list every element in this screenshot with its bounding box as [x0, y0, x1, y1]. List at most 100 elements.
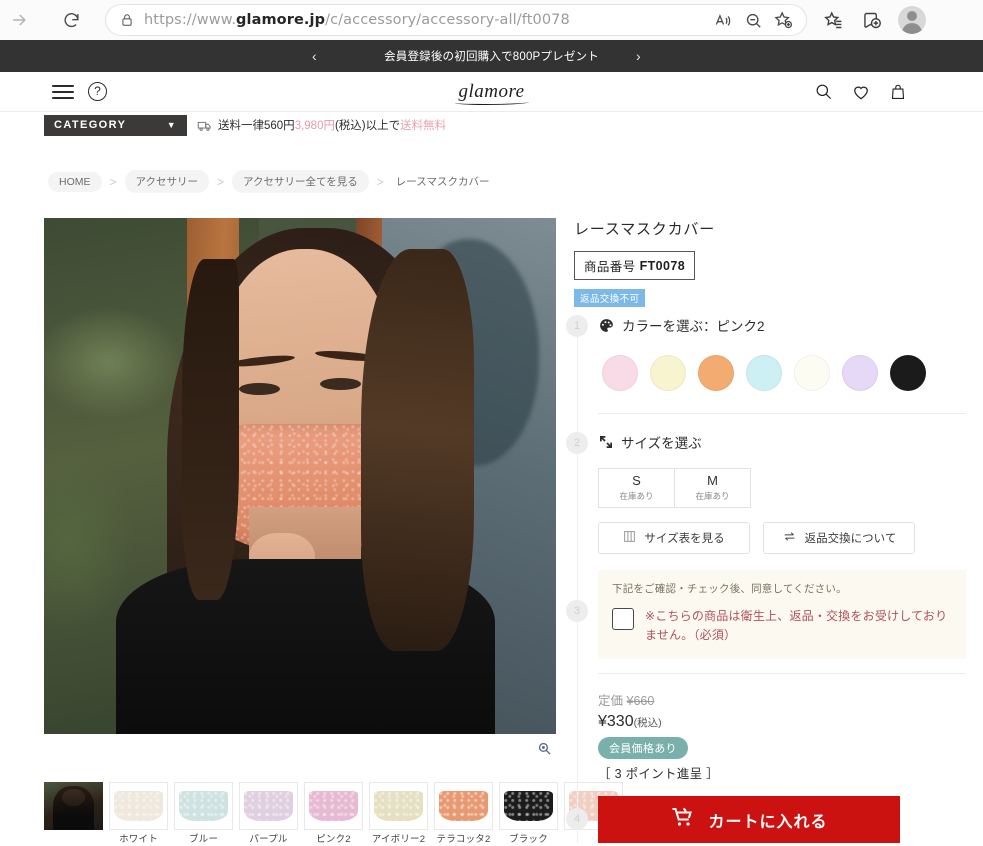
breadcrumb-item-current: レースマスクカバー [395, 176, 490, 188]
step-cart: 4 カートに入れる [566, 796, 966, 843]
help-question-icon[interactable]: ? [88, 82, 107, 101]
forward-arrow-icon[interactable] [2, 3, 36, 37]
sku-value: FT0078 [639, 258, 686, 273]
promo-prev-arrow[interactable]: ‹ [312, 48, 317, 64]
thumbnail-label: ブルー [188, 834, 219, 845]
chevron-down-icon: ▼ [166, 120, 177, 130]
add-favorite-icon[interactable] [768, 3, 798, 37]
favorites-icon[interactable] [814, 3, 852, 37]
step-agreement: 3 下記をご確認・チェック後、同意してください。 ※こちらの商品は衛生上、返品・… [566, 570, 966, 659]
thumbnail-image [434, 782, 493, 830]
thumbnail-black[interactable]: ブラック [499, 782, 558, 845]
thumbnail-image [304, 782, 363, 830]
size-option-m[interactable]: M 在庫あり [674, 468, 751, 508]
size-chart-button[interactable]: サイズ表を見る [598, 522, 750, 554]
collections-icon[interactable] [852, 3, 890, 37]
agreement-row: ※こちらの商品は衛生上、返品・交換をお受けしておりません。（必須） [612, 607, 952, 645]
color-swatch-ivory[interactable] [794, 355, 830, 391]
step-number: 1 [566, 315, 588, 337]
resize-arrows-icon [598, 434, 614, 450]
step-number: 3 [566, 600, 588, 622]
table-grid-icon [623, 530, 636, 546]
thumbnail-terracotta2[interactable]: テラコッタ2 [434, 782, 493, 845]
thumbnail-white[interactable]: ホワイト [109, 782, 168, 845]
thumbnail-image [369, 782, 428, 830]
list-price: 定価 ¥660 [598, 690, 966, 709]
shopping-bag-icon[interactable] [889, 82, 907, 102]
shopping-cart-icon [670, 805, 695, 834]
list-price-label: 定価 [598, 694, 624, 708]
size-option-group: S 在庫あり M 在庫あり [598, 468, 966, 508]
color-swatch-pink[interactable] [602, 355, 638, 391]
search-icon[interactable] [814, 82, 833, 101]
tax-note: (税込) [633, 717, 662, 729]
purchase-steps: 1 カラーを選ぶ：ピンク2 2 サイズを選ぶ S 在庫あり M 在庫あり サイズ… [566, 315, 966, 843]
breadcrumb: HOME > アクセサリー > アクセサリー全てを見る > レースマスクカバー [48, 170, 500, 193]
reload-icon[interactable] [54, 3, 88, 37]
thumbnail-ivory2[interactable]: アイボリー2 [369, 782, 428, 845]
step-color-heading: カラーを選ぶ：ピンク2 [598, 315, 966, 335]
shipping-truck-icon [197, 118, 212, 133]
current-price: ¥330(税込) [598, 713, 966, 731]
thumbnail-image [499, 782, 558, 830]
thumbnail-label: ピンク2 [316, 834, 351, 845]
color-swatch-pale-yellow[interactable] [650, 355, 686, 391]
promo-text[interactable]: 会員登録後の初回購入で800Pプレゼント [384, 48, 599, 64]
profile-avatar-icon[interactable] [898, 6, 926, 34]
breadcrumb-item-home[interactable]: HOME [48, 171, 102, 192]
promo-next-arrow[interactable]: › [636, 48, 641, 64]
list-price-value: ¥660 [626, 694, 655, 708]
promo-banner: ‹ 会員登録後の初回購入で800Pプレゼント › [0, 40, 983, 72]
thumbnail-image [44, 782, 103, 830]
color-swatch-black[interactable] [890, 355, 926, 391]
size-option-stock: 在庫あり [619, 491, 654, 501]
thumbnail-blue[interactable]: ブルー [174, 782, 233, 845]
member-price-badge: 会員価格あり [598, 737, 688, 759]
step-number: 4 [566, 808, 588, 830]
agreement-box: 下記をご確認・チェック後、同意してください。 ※こちらの商品は衛生上、返品・交換… [598, 570, 966, 659]
step-color-label: カラーを選ぶ：ピンク2 [622, 319, 765, 334]
points-note: ［ 3 ポイント進呈 ］ [598, 767, 719, 781]
returns-info-button[interactable]: 返品交換について [763, 522, 915, 554]
color-swatch-terracotta[interactable] [698, 355, 734, 391]
thumbnail-purple[interactable]: パープル [239, 782, 298, 845]
breadcrumb-item-accessory[interactable]: アクセサリー [124, 170, 209, 193]
add-to-cart-label: カートに入れる [708, 813, 828, 831]
breadcrumb-item-accessory-all[interactable]: アクセサリー全てを見る [232, 170, 369, 193]
omnibox-actions [708, 3, 798, 37]
url-text: https://www.glamore.jp/c/accessory/acces… [144, 12, 570, 28]
size-option-s[interactable]: S 在庫あり [598, 468, 675, 508]
browser-toolbar: https://www.glamore.jp/c/accessory/acces… [0, 0, 983, 40]
thumbnail-label: テラコッタ2 [436, 834, 491, 845]
section-divider [598, 673, 966, 674]
step-color: 1 カラーを選ぶ：ピンク2 [566, 315, 966, 391]
color-palette-icon [598, 317, 615, 334]
image-model-hair-front-left [182, 259, 239, 600]
brand-logo-flourish [454, 100, 529, 105]
image-model-hair-front-right [361, 248, 475, 652]
heart-icon[interactable] [851, 82, 871, 102]
thumbnail-pink2[interactable]: ピンク2 [304, 782, 363, 845]
product-main-image[interactable] [44, 218, 556, 734]
thumbnail-label: ホワイト [119, 834, 158, 845]
page-title: レースマスクカバー [574, 221, 716, 238]
category-button[interactable]: CATEGORY ▼ [44, 114, 187, 136]
zoom-out-icon[interactable] [738, 3, 768, 37]
thumbnail-model[interactable] [44, 782, 103, 845]
agreement-checkbox[interactable] [612, 608, 634, 630]
magnify-zoom-icon[interactable] [536, 740, 553, 762]
address-bar[interactable]: https://www.glamore.jp/c/accessory/acces… [106, 5, 806, 35]
sku-label: 商品番号 [584, 260, 636, 274]
color-swatch-light-blue[interactable] [746, 355, 782, 391]
step-size-heading: サイズを選ぶ [598, 432, 966, 452]
thumbnail-image [239, 782, 298, 830]
size-option-stock: 在庫あり [695, 491, 730, 501]
read-aloud-icon[interactable] [708, 3, 738, 37]
size-option-label: M [707, 473, 718, 488]
current-price-value: ¥330 [598, 713, 634, 730]
add-to-cart-button[interactable]: カートに入れる [598, 796, 900, 843]
shipping-notice: 送料一律560円3,980円(税込)以上で送料無料 [218, 120, 447, 132]
color-swatch-lavender[interactable] [842, 355, 878, 391]
thumbnail-label: パープル [249, 834, 288, 845]
hamburger-menu-icon[interactable] [52, 81, 74, 103]
